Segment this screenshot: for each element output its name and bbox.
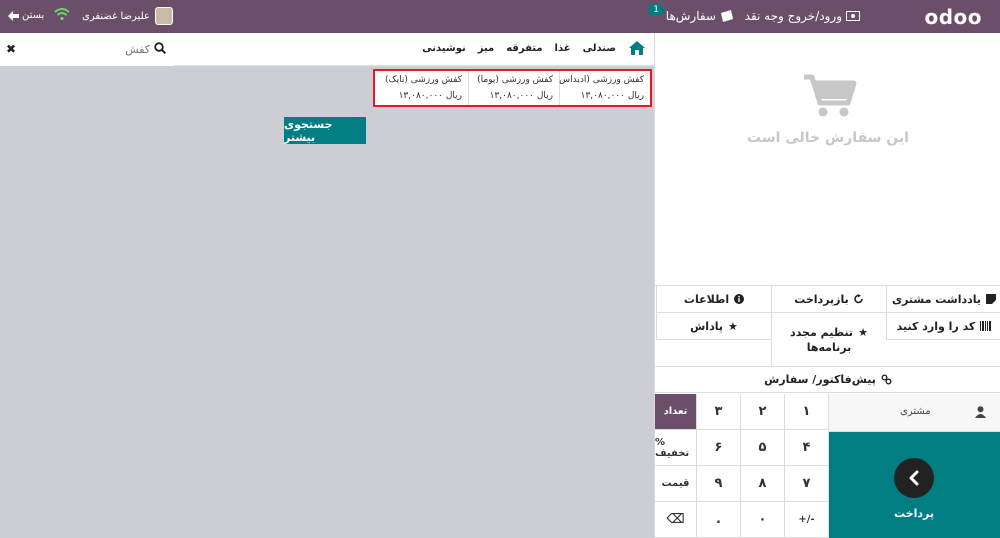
search-icon (154, 42, 166, 54)
star-icon: ★ (858, 325, 868, 339)
enter-code-button[interactable]: کد را وارد کنید (886, 313, 1000, 340)
reset-programs-label-2: برنامه‌ها (806, 340, 852, 354)
cash-in-out-button[interactable]: ورود/خروج وجه نقد (745, 9, 860, 23)
sticky-note-icon (986, 294, 997, 304)
customer-label: مشتری (900, 406, 931, 417)
avatar (154, 7, 173, 25)
info-button[interactable]: اطلاعات (656, 286, 771, 313)
numpad-sign-button[interactable]: +/- (785, 502, 829, 538)
info-icon (734, 294, 745, 304)
category-chair[interactable]: صندلی (583, 43, 616, 54)
orders-count-badge: 1 (648, 4, 664, 16)
numpad-key-8[interactable]: ۸ (741, 466, 785, 502)
payment-label: پرداخت (894, 507, 934, 520)
user-menu[interactable]: علیرضا غضنفری (82, 7, 173, 25)
search-more-button[interactable]: جستجوی بیشتر (284, 117, 366, 144)
numpad-key-5[interactable]: ۵ (741, 430, 785, 466)
customer-note-button[interactable]: یادداشت مشتری (886, 286, 1000, 313)
close-label: بستن (22, 10, 45, 21)
search-input[interactable]: کفش (125, 43, 150, 56)
product-price: ۱۳,۰۸۰,۰۰۰ ریال (489, 91, 553, 101)
user-icon (975, 406, 986, 418)
product-screen: ✖ کفش صندلی غذا متفرقه میز نوشیدنی کفش و… (0, 33, 654, 538)
money-icon (846, 11, 860, 21)
numpad-key-4[interactable]: ۴ (785, 430, 829, 466)
top-bar: odoo ورود/خروج وجه نقد سفارش‌ها 1 بستن ع… (0, 0, 1000, 33)
category-list: صندلی غذا متفرقه میز نوشیدنی (422, 40, 646, 56)
category-drinks[interactable]: نوشیدنی (422, 43, 466, 54)
numpad-backspace-button[interactable]: ⌫ (655, 502, 697, 538)
reset-programs-button[interactable]: تنظیم مجدد ★ برنامه‌ها (771, 313, 886, 367)
numpad-key-3[interactable]: ۳ (697, 394, 741, 430)
refund-button[interactable]: بازپرداخت (771, 286, 886, 313)
orders-label: سفارش‌ها (665, 9, 716, 23)
search-bar[interactable]: ✖ کفش (0, 33, 174, 66)
proforma-label: پیش‌فاکتور/ سفارش (764, 373, 876, 386)
numpad-discount-button[interactable]: % تخفیف (655, 430, 697, 466)
undo-icon (853, 294, 863, 304)
empty-order-text: این سفارش خالی است (747, 130, 909, 146)
barcode-icon (980, 321, 992, 331)
category-food[interactable]: غذا (555, 43, 571, 54)
numpad-key-0[interactable]: ۰ (741, 502, 785, 538)
reward-label: پاداش (690, 319, 723, 333)
cash-in-out-label: ورود/خروج وجه نقد (744, 9, 842, 23)
payment-button[interactable]: پرداخت (828, 432, 1000, 538)
user-name: علیرضا غضنفری (82, 10, 150, 22)
numpad-quantity-button[interactable]: تعداد (655, 394, 697, 430)
info-label: اطلاعات (683, 292, 730, 306)
reset-programs-label-1: تنظیم مجدد (790, 325, 854, 339)
proforma-order-button[interactable]: پیش‌فاکتور/ سفارش (655, 366, 1000, 393)
category-table[interactable]: میز (478, 43, 495, 54)
close-button[interactable]: بستن (8, 10, 44, 21)
enter-code-label: کد را وارد کنید (896, 319, 976, 333)
product-name: کفش ورزشی (پوما) (477, 75, 553, 85)
refund-label: بازپرداخت (794, 292, 849, 306)
link-icon (881, 374, 892, 385)
category-misc[interactable]: متفرقه (506, 43, 542, 54)
control-buttons: یادداشت مشتری بازپرداخت اطلاعات کد را وا… (655, 285, 1000, 367)
product-name: کفش ورزشی (نایک) (385, 75, 462, 85)
sign-out-icon (8, 10, 19, 21)
empty-order: این سفارش خالی است (655, 71, 1000, 146)
star-icon: ★ (727, 319, 738, 333)
category-bar: ✖ کفش صندلی غذا متفرقه میز نوشیدنی (0, 33, 654, 66)
ticket-icon (721, 10, 733, 22)
numpad-key-6[interactable]: ۶ (697, 430, 741, 466)
reward-button[interactable]: پاداش ★ (656, 313, 771, 340)
numpad-key-1[interactable]: ۱ (785, 394, 829, 430)
shopping-cart-icon (804, 74, 857, 117)
odoo-logo: odoo (924, 5, 982, 29)
product-card[interactable]: کفش ورزشی (نایک) ۱۳,۰۸۰,۰۰۰ ریال (377, 71, 468, 105)
numpad-decimal-button[interactable]: . (697, 502, 741, 538)
wifi-icon (54, 8, 70, 24)
customer-note-label: یادداشت مشتری (891, 292, 982, 306)
order-panel: این سفارش خالی است یادداشت مشتری بازپردا… (654, 33, 1000, 538)
chevron-left-icon (894, 458, 934, 498)
product-price: ۱۳,۰۸۰,۰۰۰ ریال (398, 91, 462, 101)
product-list: کفش ورزشی (ادیداس) ۱۳,۰۸۰,۰۰۰ ریال کفش و… (373, 69, 652, 107)
clear-search-icon[interactable]: ✖ (6, 42, 16, 56)
product-card[interactable]: کفش ورزشی (ادیداس) ۱۳,۰۸۰,۰۰۰ ریال (555, 71, 650, 105)
numpad-price-button[interactable]: قیمت (655, 466, 697, 502)
home-icon[interactable] (628, 40, 646, 56)
numpad: ۱ ۲ ۳ تعداد ۴ ۵ ۶ % تخفیف ۷ ۸ ۹ قیمت +/-… (655, 394, 829, 538)
product-price: ۱۳,۰۸۰,۰۰۰ ریال (580, 91, 644, 101)
customer-button[interactable]: مشتری (828, 394, 1000, 432)
product-card[interactable]: کفش ورزشی (پوما) ۱۳,۰۸۰,۰۰۰ ریال (468, 71, 559, 105)
numpad-key-2[interactable]: ۲ (741, 394, 785, 430)
numpad-key-9[interactable]: ۹ (697, 466, 741, 502)
orders-button[interactable]: سفارش‌ها 1 (648, 4, 734, 23)
numpad-key-7[interactable]: ۷ (785, 466, 829, 502)
product-name: کفش ورزشی (ادیداس) (555, 75, 644, 85)
